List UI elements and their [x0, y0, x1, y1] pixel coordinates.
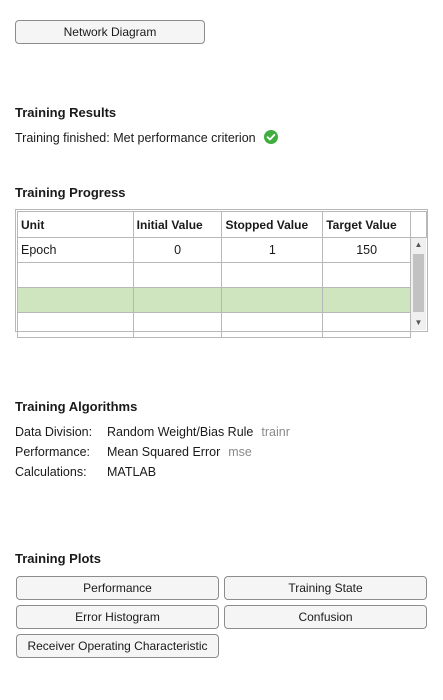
cell-empty: [322, 312, 412, 338]
cell-empty: [17, 287, 134, 313]
cell-empty: [221, 262, 324, 288]
cell-stopped-value: 1: [221, 237, 324, 263]
cell-empty: [322, 262, 412, 288]
column-header-unit: Unit: [17, 211, 134, 238]
algo-fn-name: trainr: [261, 425, 290, 439]
roc-plot-button[interactable]: Receiver Operating Characteristic: [16, 634, 219, 658]
cell-empty: [221, 287, 324, 313]
table-scrollbar[interactable]: ▲ ▼: [411, 238, 426, 330]
column-header-stopped-value: Stopped Value: [221, 211, 324, 238]
confusion-plot-button[interactable]: Confusion: [224, 605, 427, 629]
column-header-filler: [410, 211, 427, 238]
table-header-row: Unit Initial Value Stopped Value Target …: [17, 211, 427, 238]
network-diagram-button[interactable]: Network Diagram: [15, 20, 205, 44]
algo-value-text: Random Weight/Bias Rule: [107, 425, 254, 439]
cell-empty: [132, 262, 223, 288]
scroll-down-arrow-icon[interactable]: ▼: [411, 316, 426, 330]
training-progress-table: Unit Initial Value Stopped Value Target …: [15, 209, 428, 338]
algo-value-data-division: Random Weight/Bias Rule trainr: [107, 425, 290, 439]
error-histogram-plot-button[interactable]: Error Histogram: [16, 605, 219, 629]
training-algorithms-title: Training Algorithms: [15, 399, 138, 414]
algo-label-calculations: Calculations:: [15, 465, 87, 479]
algo-fn-name: mse: [228, 445, 252, 459]
cell-empty: [17, 312, 134, 338]
training-results-title: Training Results: [15, 105, 117, 120]
cell-empty: [322, 287, 412, 313]
algo-label-performance: Performance:: [15, 445, 91, 459]
algo-value-text: MATLAB: [107, 465, 157, 479]
check-circle-icon: [263, 130, 278, 144]
scroll-thumb[interactable]: [413, 254, 424, 312]
table-row-empty[interactable]: [17, 262, 427, 288]
cell-unit: Epoch: [17, 237, 134, 263]
algo-value-text: Mean Squared Error: [107, 445, 221, 459]
table-row-empty[interactable]: [17, 312, 427, 338]
algo-value-calculations: MATLAB: [107, 465, 156, 479]
column-header-target-value: Target Value: [322, 211, 412, 238]
cell-empty: [132, 312, 223, 338]
column-header-initial-value: Initial Value: [132, 211, 223, 238]
scroll-up-arrow-icon[interactable]: ▲: [411, 238, 426, 252]
table-row-highlighted[interactable]: [17, 287, 427, 313]
cell-target-value: 150: [322, 237, 412, 263]
cell-empty: [221, 312, 324, 338]
training-progress-title: Training Progress: [15, 185, 126, 200]
training-plots-title: Training Plots: [15, 551, 101, 566]
training-state-plot-button[interactable]: Training State: [224, 576, 427, 600]
algo-value-performance: Mean Squared Error mse: [107, 445, 252, 459]
training-status-text: Training finished: Met performance crite…: [15, 131, 256, 145]
cell-empty: [132, 287, 223, 313]
training-status: Training finished: Met performance crite…: [15, 130, 278, 145]
cell-empty: [17, 262, 134, 288]
performance-plot-button[interactable]: Performance: [16, 576, 219, 600]
table-row[interactable]: Epoch 0 1 150: [17, 237, 427, 263]
algo-label-data-division: Data Division:: [15, 425, 93, 439]
cell-initial-value: 0: [132, 237, 223, 263]
